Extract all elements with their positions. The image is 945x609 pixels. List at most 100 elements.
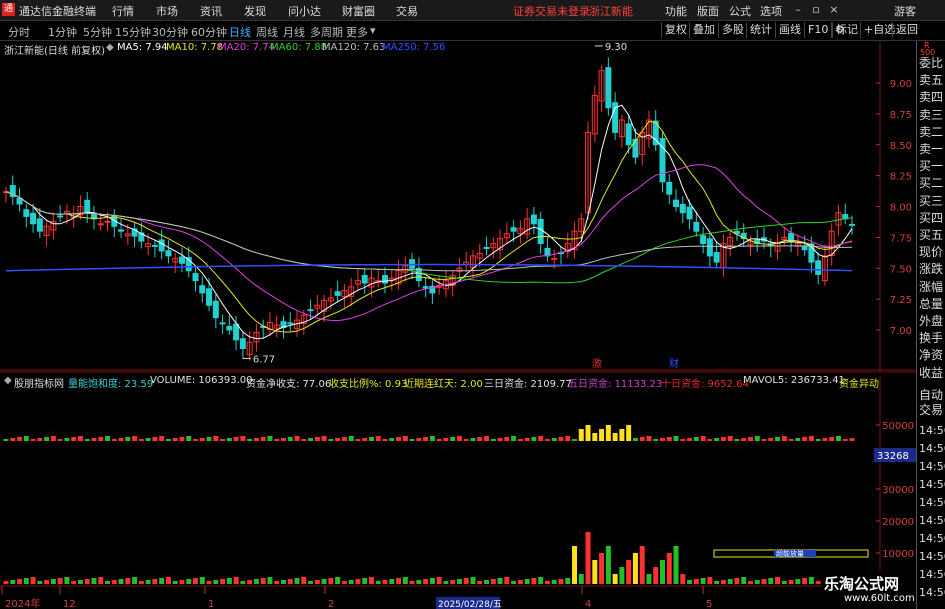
stats-button[interactable]: 统计 [746, 22, 775, 38]
menu-item-ask[interactable]: 问小达 [288, 3, 321, 19]
zone-label: 超能放量 [776, 549, 804, 558]
volume-bar [714, 581, 720, 584]
user-label[interactable]: 游客 [894, 3, 916, 19]
tab-30min[interactable]: 30分钟 [152, 24, 188, 40]
mark-button[interactable]: 标记 [832, 22, 861, 38]
volume-bar [294, 578, 300, 584]
multi-stock-button[interactable]: 多股 [718, 22, 747, 38]
draw-line-button[interactable]: 画线 [775, 22, 804, 38]
restore-icon[interactable]: ▫ [808, 2, 824, 18]
volume-bar [57, 578, 63, 584]
candle-body [151, 244, 158, 247]
indicator-3day: 三日资金: 2109.77 [484, 379, 572, 390]
fund-bar [355, 439, 361, 441]
fund-bar [842, 439, 848, 441]
tick-time-6: 14:56 [919, 532, 945, 545]
menu-item-formula[interactable]: 公式 [729, 3, 751, 19]
volume-bar [213, 580, 219, 584]
tab-5min[interactable]: 5分钟 [83, 24, 112, 40]
volume-bar [619, 567, 625, 584]
menu-item-market[interactable]: 市场 [156, 3, 178, 19]
tab-timeshare[interactable]: 分时 [8, 24, 30, 40]
more-chevron-icon[interactable]: ▾ [370, 24, 376, 37]
fund-bar [849, 438, 855, 441]
tab-more[interactable]: 更多 [346, 24, 368, 40]
tab-multi-period[interactable]: 多周期 [310, 24, 343, 40]
fund-bar [233, 437, 239, 441]
fund-bar [301, 439, 307, 441]
volume-bar [240, 581, 246, 584]
volume-bar [396, 578, 402, 584]
menu-item-quotes[interactable]: 行情 [112, 3, 134, 19]
fund-bar [666, 437, 672, 441]
menu-item-options[interactable]: 选项 [760, 3, 782, 19]
volume-bar [267, 577, 273, 584]
settings-icon[interactable]: ◆ [106, 42, 114, 53]
date-label: 1 [208, 599, 214, 609]
side-item-8: 买三 [919, 193, 944, 208]
fund-bar [436, 439, 442, 441]
title-bar: 通 通达信金融终端 行情 市场 资讯 发现 问小达 财富圈 交易 证券交易未登录… [0, 0, 945, 21]
fund-bar [247, 439, 253, 441]
back-button[interactable]: 返回 [892, 22, 921, 38]
tab-1min[interactable]: 1分钟 [48, 24, 77, 40]
tick-time-3: 14:56 [919, 478, 945, 491]
candle-body [23, 209, 30, 217]
auto-label[interactable]: 自动 [919, 388, 943, 402]
volume-bar [463, 578, 469, 584]
low-label: 6.77 [253, 354, 275, 365]
fund-bar [314, 437, 320, 441]
ma250-label: MA250: 7.56 [382, 42, 446, 53]
tab-monthly[interactable]: 月线 [283, 24, 305, 40]
fund-bar [179, 437, 185, 441]
close-icon[interactable]: × [826, 2, 842, 18]
tick-time-1: 14:56 [919, 442, 945, 455]
candle-body [226, 326, 233, 331]
fund-bar [693, 437, 699, 441]
minimize-icon[interactable]: – [790, 2, 806, 18]
overlay-button[interactable]: 叠加 [689, 22, 718, 38]
volume-bar [77, 580, 83, 584]
fund-bar [565, 436, 571, 441]
candle-body [118, 229, 125, 232]
fund-bar [504, 437, 510, 441]
volume-bar [578, 574, 584, 584]
fund-bar [267, 436, 273, 441]
tab-daily[interactable]: 日线 [229, 24, 251, 40]
side-item-7: 买二 [919, 176, 944, 191]
side-item-14: 总量 [919, 296, 944, 311]
candle-body [307, 309, 314, 312]
login-warning[interactable]: 证券交易未登录 [513, 3, 590, 19]
volume-bar [328, 578, 334, 584]
volume-bar [565, 578, 571, 584]
price-tick-label: 7.00 [890, 326, 912, 337]
tab-weekly[interactable]: 周线 [256, 24, 278, 40]
indicator-settings-icon[interactable]: ◆ [4, 375, 12, 386]
menu-item-discover[interactable]: 发现 [244, 3, 266, 19]
candle-body [104, 220, 111, 223]
fund-bar [484, 436, 490, 441]
menu-item-news[interactable]: 资讯 [200, 3, 222, 19]
fund-bar [544, 439, 550, 441]
menu-item-trade[interactable]: 交易 [396, 3, 418, 19]
tab-60min[interactable]: 60分钟 [191, 24, 227, 40]
price-tick-label: 7.75 [890, 233, 912, 244]
menu-item-wealth[interactable]: 财富圈 [342, 3, 375, 19]
adjust-button[interactable]: 复权 [661, 22, 690, 38]
chart-title: 浙江新能(日线 前复权) [4, 46, 105, 57]
menu-item-function[interactable]: 功能 [665, 3, 687, 19]
menu-item-layout[interactable]: 版面 [697, 3, 719, 19]
price-tick-label: 7.25 [890, 295, 912, 306]
volume-bar [666, 553, 672, 584]
event-tag-1: 激 [592, 357, 602, 370]
volume-bar [308, 581, 314, 584]
f10-button[interactable]: F10 [804, 22, 831, 38]
tab-15min[interactable]: 15分钟 [115, 24, 151, 40]
volume-bar [761, 579, 767, 584]
indicator-red-days: 近期连红天: 2.00 [404, 379, 483, 390]
chart-area[interactable]: 9.00 8.75 8.50 8.25 8.00 7.75 7.50 7.25 7.00 500… [0, 41, 916, 609]
ma5-label: MA5: 7.94 [117, 42, 168, 53]
indicator-tick-label: 30000 [882, 485, 914, 496]
candle-body [30, 212, 37, 225]
trade-label[interactable]: 交易 [919, 403, 943, 417]
